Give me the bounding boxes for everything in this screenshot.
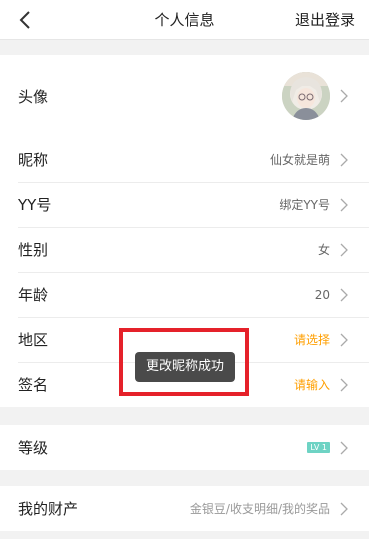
gender-value: 女	[317, 243, 330, 257]
top-bar: 个人信息 退出登录	[0, 0, 369, 40]
chevron-right-icon	[339, 89, 349, 103]
my-assets-row[interactable]: 我的财产 金银豆/收支明细/我的奖品	[0, 486, 369, 531]
chevron-right-icon	[339, 198, 349, 212]
chevron-right-icon	[339, 378, 349, 392]
avatar-label: 头像	[18, 87, 49, 106]
nickname-label: 昵称	[18, 151, 49, 169]
region-value: 请选择	[293, 333, 330, 347]
chevron-right-icon	[339, 502, 349, 516]
my-assets-value: 金银豆/收支明细/我的奖品	[189, 502, 330, 516]
highlight-annotation-box	[119, 328, 249, 396]
chevron-right-icon	[339, 288, 349, 302]
chevron-right-icon	[339, 153, 349, 167]
age-value: 20	[314, 287, 330, 302]
yy-number-row[interactable]: YY号 绑定YY号	[0, 182, 369, 227]
avatar	[282, 72, 330, 120]
gender-row[interactable]: 性别 女	[0, 227, 369, 272]
signature-value: 请输入	[293, 378, 330, 392]
chevron-right-icon	[339, 333, 349, 347]
yy-number-label: YY号	[18, 196, 52, 214]
avatar-group: 头像	[0, 55, 369, 137]
yy-number-value: 绑定YY号	[279, 198, 330, 212]
level-group: 等级 LV 1	[0, 425, 369, 470]
avatar-row[interactable]: 头像	[0, 55, 369, 137]
level-label: 等级	[18, 439, 49, 457]
level-badge: LV 1	[307, 442, 330, 453]
age-label: 年龄	[18, 286, 49, 304]
level-row[interactable]: 等级 LV 1	[0, 425, 369, 470]
gender-label: 性别	[18, 241, 49, 259]
nickname-row[interactable]: 昵称 仙女就是萌	[0, 137, 369, 182]
nickname-value: 仙女就是萌	[269, 153, 330, 167]
chevron-right-icon	[339, 441, 349, 455]
region-label: 地区	[18, 331, 49, 349]
age-row[interactable]: 年龄 20	[0, 272, 369, 317]
chevron-right-icon	[339, 243, 349, 257]
signature-label: 签名	[18, 376, 49, 394]
assets-group: 我的财产 金银豆/收支明细/我的奖品	[0, 486, 369, 531]
logout-button[interactable]: 退出登录	[295, 9, 355, 30]
my-assets-label: 我的财产	[18, 500, 79, 518]
